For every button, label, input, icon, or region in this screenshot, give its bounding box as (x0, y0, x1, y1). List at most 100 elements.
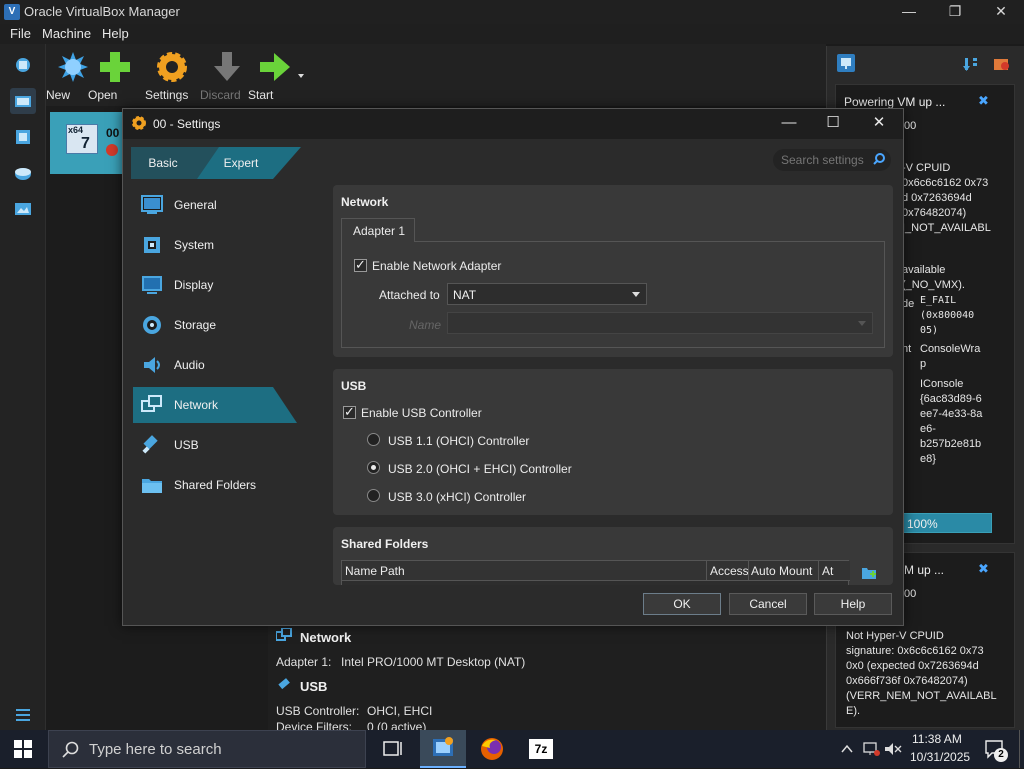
name-label: Name (409, 318, 442, 332)
add-plus-icon (98, 50, 132, 84)
enable-usb-controller-label: Enable USB Controller (361, 406, 482, 420)
attached-to-select[interactable]: NAT (447, 283, 647, 305)
discard-button[interactable]: Discard (200, 50, 254, 102)
action-center-icon[interactable]: 2 (984, 738, 1008, 762)
start-dropdown-icon[interactable] (298, 74, 304, 78)
volume-muted-icon[interactable] (884, 742, 902, 756)
category-network[interactable]: Network (133, 387, 297, 423)
windows-7-os-icon: x64 7 (66, 124, 98, 154)
search-icon (873, 153, 885, 165)
column-access: Access (710, 564, 749, 578)
tab-expert[interactable]: Expert (213, 147, 269, 179)
details-usb-heading: USB (300, 679, 328, 694)
dialog-minimize-button[interactable]: — (769, 113, 809, 135)
dialog-maximize-button[interactable]: ☐ (813, 113, 853, 135)
window-title: Oracle VirtualBox Manager (24, 4, 180, 19)
column-at: At (822, 564, 834, 578)
close-button[interactable]: ✕ (978, 0, 1024, 24)
open-button[interactable]: Open (88, 50, 142, 102)
category-general[interactable]: General (133, 187, 303, 223)
menu-file[interactable]: File (10, 26, 31, 41)
show-desktop-button[interactable] (1019, 730, 1024, 768)
shared-folders-section: Shared Folders Name Path Access Auto Mou… (333, 527, 893, 585)
network-section: Network Adapter 1 Enable Network Adapter… (333, 185, 893, 357)
search-input[interactable] (781, 152, 871, 168)
usb-1-1-radio[interactable] (367, 433, 380, 446)
notification-close-icon[interactable]: ✖ (978, 93, 989, 109)
firefox-icon[interactable] (472, 734, 512, 764)
shared-folders-section-title: Shared Folders (341, 537, 429, 551)
menu-machine[interactable]: Machine (42, 26, 91, 41)
notification-title: M up ... (904, 563, 945, 577)
category-storage[interactable]: Storage (133, 307, 303, 343)
vm-list-item[interactable]: x64 7 00 (50, 112, 130, 174)
windows-start-icon[interactable] (14, 740, 32, 758)
media-tool-icon[interactable] (10, 160, 36, 186)
attached-to-label: Attached to (379, 288, 440, 302)
usb-3-0-radio[interactable] (367, 489, 380, 502)
clock-time[interactable]: 11:38 AM (912, 732, 962, 746)
enable-network-adapter-label: Enable Network Adapter (372, 259, 502, 273)
welcome-tool-icon[interactable] (10, 52, 36, 78)
category-display[interactable]: Display (133, 267, 303, 303)
gear-icon (155, 50, 189, 84)
dialog-close-button[interactable]: ✕ (859, 113, 899, 135)
title-bar: V Oracle VirtualBox Manager — ❐ ✕ (0, 0, 1024, 24)
notification-center-icon[interactable] (837, 54, 855, 72)
chevron-down-icon (858, 321, 866, 326)
enable-usb-controller-checkbox[interactable] (343, 404, 356, 420)
machines-tool-icon[interactable] (10, 88, 36, 114)
network-tray-icon[interactable] (862, 742, 880, 756)
sort-icon[interactable] (963, 56, 979, 72)
column-name: Name (345, 564, 378, 578)
enable-network-adapter-checkbox[interactable] (354, 257, 367, 273)
category-audio[interactable]: Audio (133, 347, 303, 383)
category-system[interactable]: System (133, 227, 303, 263)
name-select[interactable] (447, 312, 873, 334)
cancel-button[interactable]: Cancel (729, 593, 807, 615)
dialog-title: 00 - Settings (153, 117, 221, 131)
tab-basic[interactable]: Basic (131, 147, 195, 179)
category-usb[interactable]: USB (133, 427, 303, 463)
ok-button[interactable]: OK (643, 593, 721, 615)
clock-date[interactable]: 10/31/2025 (910, 750, 970, 764)
usb-3-0-label: USB 3.0 (xHCI) Controller (388, 490, 527, 504)
tools-sidebar (0, 44, 46, 730)
7zip-icon[interactable]: 7z (521, 734, 561, 764)
help-button[interactable]: Help (814, 593, 892, 615)
audio-speaker-icon (141, 354, 163, 376)
chevron-down-icon (632, 292, 640, 297)
menu-help[interactable]: Help (102, 26, 129, 41)
usb-2-0-radio[interactable] (367, 461, 380, 474)
details-network-heading: Network (300, 630, 352, 645)
add-shared-folder-icon[interactable] (861, 565, 877, 581)
clear-notifications-icon[interactable] (993, 56, 1011, 72)
search-icon (61, 741, 79, 759)
settings-button[interactable]: Settings (145, 50, 199, 102)
column-path: Path (380, 564, 405, 578)
virtualbox-app-icon: V (4, 4, 20, 20)
maximize-button[interactable]: ❐ (932, 0, 978, 24)
taskbar-search-placeholder: Type here to search (89, 741, 222, 758)
hamburger-icon[interactable] (16, 708, 30, 722)
task-view-icon[interactable] (372, 734, 412, 764)
notification-close-icon[interactable]: ✖ (978, 561, 989, 577)
category-shared-folders[interactable]: Shared Folders (133, 467, 303, 503)
virtualbox-taskbar-icon[interactable] (420, 730, 466, 768)
minimize-button[interactable]: — (886, 0, 932, 24)
storage-disc-icon (141, 314, 163, 336)
start-button[interactable]: Start (248, 50, 302, 102)
network-icon (141, 394, 163, 416)
usb-icon (141, 434, 163, 456)
start-arrow-icon (258, 50, 292, 84)
notification-title: Powering VM up ... (844, 95, 946, 109)
taskbar-search-box[interactable]: Type here to search (48, 730, 366, 768)
shared-folders-table[interactable]: Name Path Access Auto Mount At (341, 560, 850, 585)
chevron-up-icon[interactable] (840, 742, 854, 756)
vm-name: 00 (106, 126, 120, 140)
cloud-tool-icon[interactable] (10, 196, 36, 222)
extensions-tool-icon[interactable] (10, 124, 36, 150)
tab-adapter-1[interactable]: Adapter 1 (341, 218, 415, 242)
search-settings[interactable] (773, 149, 891, 171)
notification-body: Not Hyper-V CPUID signature: 0x6c6c6162 … (846, 630, 997, 717)
